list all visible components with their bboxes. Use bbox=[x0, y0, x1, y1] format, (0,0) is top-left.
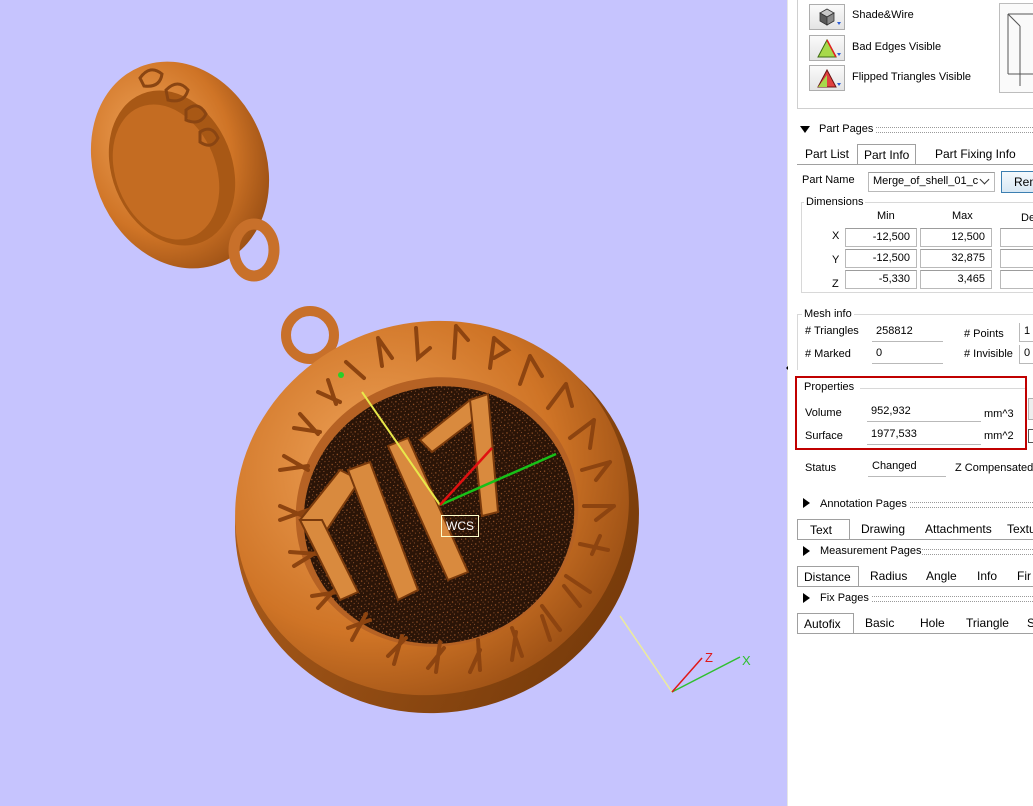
tab-texture[interactable]: Textu bbox=[1001, 519, 1033, 539]
dimensions-group-bottom bbox=[801, 292, 1033, 293]
dimensions-group-left bbox=[801, 202, 802, 292]
volume-value[interactable]: 952,932 bbox=[867, 403, 981, 422]
flipped-triangles-icon bbox=[817, 68, 841, 88]
properties-checkbox[interactable] bbox=[1028, 429, 1033, 443]
flipped-triangles-label: Flipped Triangles Visible bbox=[852, 71, 972, 83]
flipped-triangles-button[interactable] bbox=[809, 65, 845, 91]
fix-pages-divider bbox=[872, 596, 1033, 602]
3d-viewport[interactable]: WCS Z X bbox=[0, 0, 788, 806]
axis-x-label: X bbox=[742, 653, 751, 668]
dim-y-delta[interactable] bbox=[1000, 249, 1033, 268]
dim-z-delta[interactable] bbox=[1000, 270, 1033, 289]
bad-edges-icon bbox=[817, 38, 841, 58]
tab-part-fixing-info[interactable]: Part Fixing Info bbox=[929, 144, 1022, 164]
part-pages-divider bbox=[876, 127, 1033, 133]
dim-z-max[interactable]: 3,465 bbox=[920, 270, 992, 289]
part-name-value: Merge_of_shell_01_c bbox=[873, 175, 979, 187]
tab-triangle[interactable]: Triangle bbox=[960, 613, 1015, 633]
shade-wire-label: Shade&Wire bbox=[852, 9, 914, 21]
tab-autofix[interactable]: Autofix bbox=[797, 613, 854, 633]
tab-shell[interactable]: She bbox=[1021, 613, 1033, 633]
dim-header-delta: De bbox=[1021, 212, 1033, 224]
triangles-value[interactable]: 258812 bbox=[872, 323, 943, 342]
properties-title: Properties bbox=[804, 381, 855, 393]
surface-value[interactable]: 1977,533 bbox=[867, 426, 981, 445]
triangles-label: # Triangles bbox=[805, 325, 859, 337]
dim-x-min[interactable]: -12,500 bbox=[845, 228, 917, 247]
points-label: # Points bbox=[964, 328, 1004, 340]
part-name-label: Part Name bbox=[802, 174, 855, 186]
status-label: Status bbox=[805, 462, 837, 474]
tab-part-list[interactable]: Part List bbox=[799, 144, 855, 164]
part-pages-title[interactable]: Part Pages bbox=[819, 123, 873, 135]
properties-title-line bbox=[860, 388, 1025, 389]
dim-axis-x: X bbox=[832, 230, 840, 242]
dim-x-delta[interactable] bbox=[1000, 228, 1033, 247]
measurement-tabbar: Distance Radius Angle Info Fir bbox=[797, 566, 1033, 587]
part-pages-collapse-icon[interactable] bbox=[800, 126, 810, 133]
dim-x-max[interactable]: 12,500 bbox=[920, 228, 992, 247]
dim-header-max: Max bbox=[952, 210, 973, 222]
shade-wire-cube-icon bbox=[819, 8, 841, 26]
annotation-pages-divider bbox=[910, 502, 1033, 508]
marked-label: # Marked bbox=[805, 348, 851, 360]
marked-value[interactable]: 0 bbox=[872, 345, 943, 364]
dimensions-title: Dimensions bbox=[804, 196, 866, 208]
tab-info[interactable]: Info bbox=[971, 566, 1003, 586]
dim-z-min[interactable]: -5,330 bbox=[845, 270, 917, 289]
measurement-pages-title[interactable]: Measurement Pages bbox=[820, 545, 922, 557]
tab-radius[interactable]: Radius bbox=[864, 566, 913, 586]
axis-z-label: Z bbox=[705, 650, 713, 665]
status-value: Changed bbox=[868, 458, 946, 477]
tab-attachments[interactable]: Attachments bbox=[919, 519, 998, 539]
z-compensated-label: Z Compensated bbox=[955, 462, 1033, 474]
pendant-part[interactable] bbox=[185, 270, 690, 765]
part-pages-tabbar: Part List Part Info Part Fixing Info bbox=[797, 144, 1033, 165]
annotation-pages-title[interactable]: Annotation Pages bbox=[820, 498, 907, 510]
wcs-label: WCS bbox=[441, 515, 479, 537]
bad-edges-button[interactable] bbox=[809, 35, 845, 61]
measurement-pages-divider bbox=[922, 549, 1033, 555]
volume-label: Volume bbox=[805, 407, 842, 419]
measurement-pages-expand-icon[interactable] bbox=[803, 546, 810, 556]
surface-unit: mm^2 bbox=[984, 430, 1014, 442]
part-name-select[interactable]: Merge_of_shell_01_c bbox=[868, 172, 995, 192]
tab-hole[interactable]: Hole bbox=[914, 613, 951, 633]
surface-label: Surface bbox=[805, 430, 843, 442]
fix-tabbar: Autofix Basic Hole Triangle She bbox=[797, 613, 1033, 634]
invisible-label: # Invisible bbox=[964, 348, 1013, 360]
side-panel: Shade&Wire Bad Edges Visible Flipped Tri… bbox=[788, 0, 1033, 806]
annotation-tabbar: Text Drawing Attachments Textu bbox=[797, 519, 1033, 540]
properties-button[interactable] bbox=[1028, 398, 1033, 420]
tab-find[interactable]: Fir bbox=[1011, 566, 1033, 586]
mesh-info-group-left bbox=[797, 314, 798, 370]
tab-drawing[interactable]: Drawing bbox=[855, 519, 911, 539]
bail-part[interactable] bbox=[61, 35, 300, 296]
rename-button[interactable]: Ren bbox=[1001, 171, 1033, 193]
mesh-info-title: Mesh info bbox=[802, 308, 854, 320]
dim-axis-z: Z bbox=[832, 278, 839, 290]
orientation-cube-preview[interactable] bbox=[999, 3, 1033, 93]
volume-unit: mm^3 bbox=[984, 408, 1014, 420]
fix-pages-title[interactable]: Fix Pages bbox=[820, 592, 869, 604]
dim-axis-y: Y bbox=[832, 254, 840, 266]
bad-edges-label: Bad Edges Visible bbox=[852, 41, 942, 53]
invisible-value[interactable]: 0 bbox=[1019, 345, 1033, 364]
dim-y-min[interactable]: -12,500 bbox=[845, 249, 917, 268]
scene-canvas[interactable] bbox=[0, 0, 788, 806]
fix-pages-expand-icon[interactable] bbox=[803, 593, 810, 603]
dim-header-min: Min bbox=[877, 210, 895, 222]
tab-basic[interactable]: Basic bbox=[859, 613, 900, 633]
tab-angle[interactable]: Angle bbox=[920, 566, 963, 586]
tab-part-info[interactable]: Part Info bbox=[857, 144, 917, 164]
cube-outline-icon bbox=[1007, 13, 1033, 86]
annotation-pages-expand-icon[interactable] bbox=[803, 498, 810, 508]
shade-wire-button[interactable] bbox=[809, 4, 845, 30]
tab-text[interactable]: Text bbox=[797, 519, 850, 539]
axis-triad bbox=[619, 615, 741, 693]
points-value[interactable]: 1 bbox=[1019, 323, 1033, 342]
dim-y-max[interactable]: 32,875 bbox=[920, 249, 992, 268]
tab-distance[interactable]: Distance bbox=[797, 566, 859, 586]
